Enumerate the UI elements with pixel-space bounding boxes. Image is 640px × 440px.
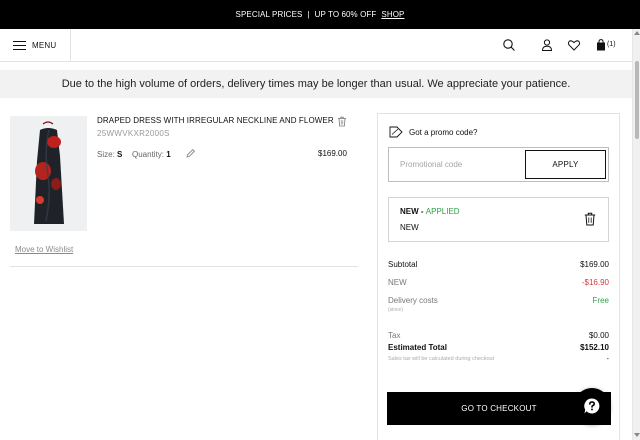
promo-code-input[interactable] [389, 148, 524, 181]
tax-label: Tax [388, 331, 401, 340]
header-divider [70, 29, 71, 62]
help-icon [584, 398, 600, 414]
product-name[interactable]: DRAPED DRESS WITH IRREGULAR NECKLINE AND… [97, 116, 334, 125]
applied-code: NEW [400, 207, 419, 216]
product-size: Size: S [97, 150, 122, 159]
delivery-label: Delivery costs [388, 296, 438, 305]
tax-row: Tax $0.00 [388, 331, 609, 341]
tax-note-row: Sales tax will be calculated during chec… [388, 356, 609, 365]
scroll-thumb[interactable] [635, 61, 639, 139]
discount-value: -$16.90 [581, 278, 609, 287]
applied-promo-title: NEW - APPLIED [400, 207, 460, 216]
cart-count: (1) [607, 41, 616, 48]
product-quantity: Quantity: 1 [132, 150, 171, 159]
product-price: $169.00 [318, 149, 347, 158]
apply-button[interactable]: APPLY [525, 150, 606, 179]
tax-note-value: - [606, 356, 609, 363]
size-label: Size: [97, 150, 115, 159]
quantity-value: 1 [166, 150, 171, 159]
user-icon[interactable] [540, 38, 554, 52]
promo-code-form: APPLY [388, 147, 609, 182]
discount-row: NEW -$16.90 [388, 278, 609, 288]
subtotal-row: Subtotal $169.00 [388, 260, 609, 270]
help-chat-button[interactable] [574, 388, 610, 424]
scroll-up-arrow[interactable] [634, 31, 640, 35]
applied-promo-description: NEW [400, 223, 419, 232]
scroll-down-arrow[interactable] [634, 433, 640, 437]
item-divider [10, 266, 358, 267]
trash-icon[interactable] [337, 116, 347, 127]
delivery-value: Free [592, 296, 609, 305]
promo-separator: | [307, 10, 310, 19]
promo-offer: UP TO 60% OFF [314, 10, 377, 19]
hamburger-icon [13, 40, 26, 50]
tax-value: $0.00 [588, 331, 609, 340]
discount-label: NEW [388, 278, 407, 287]
promo-code-header[interactable]: Got a promo code? [389, 126, 477, 138]
menu-label: MENU [32, 40, 57, 50]
size-value: S [117, 150, 123, 159]
move-to-wishlist-link[interactable]: Move to Wishlist [15, 245, 73, 254]
total-value: $152.10 [580, 343, 609, 352]
delivery-notice: Due to the high volume of orders, delive… [0, 70, 632, 98]
applied-promo-card: NEW - APPLIED NEW [388, 197, 609, 242]
promo-bar: SPECIAL PRICES | UP TO 60% OFF SHOP [0, 0, 640, 29]
search-icon[interactable] [502, 38, 516, 52]
subtotal-value: $169.00 [580, 260, 609, 269]
subtotal-label: Subtotal [388, 260, 418, 269]
product-image[interactable] [10, 116, 87, 231]
trash-icon[interactable] [584, 212, 596, 226]
total-row: Estimated Total $152.10 [388, 343, 609, 353]
promo-question: Got a promo code? [409, 127, 478, 137]
promo-text: SPECIAL PRICES [235, 10, 303, 19]
promo-tag-icon [389, 126, 403, 138]
delivery-note: (since) [388, 307, 404, 313]
total-label: Estimated Total [388, 343, 447, 352]
tax-note: Sales tax will be calculated during chec… [388, 356, 495, 362]
bag-icon[interactable] [594, 38, 608, 52]
site-header: MENU (1) [0, 29, 632, 62]
product-reference: 25WWVKXR2000S [97, 129, 170, 138]
shop-link[interactable]: SHOP [381, 10, 404, 19]
applied-dash: - [418, 207, 426, 216]
applied-status: APPLIED [425, 207, 460, 216]
delivery-row: Delivery costs Free (since) [388, 296, 609, 316]
page-scrollbar[interactable] [632, 29, 640, 440]
quantity-label: Quantity: [132, 150, 165, 159]
pencil-icon[interactable] [185, 148, 196, 159]
menu-button[interactable]: MENU [13, 38, 56, 52]
heart-icon[interactable] [567, 38, 581, 52]
